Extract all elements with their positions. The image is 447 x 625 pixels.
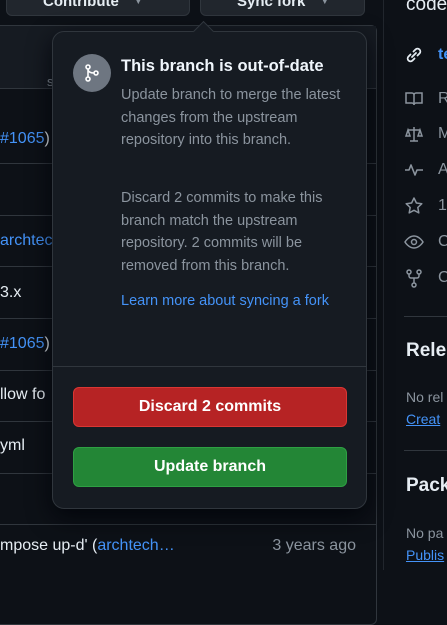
releases-text: No rel (406, 389, 444, 405)
popover-description-discard: Discard 2 commits to make this branch ma… (121, 190, 323, 274)
contribute-button[interactable]: Contribute ▼ (6, 0, 190, 16)
update-branch-button[interactable]: Update branch (73, 447, 347, 487)
column-divider (383, 0, 384, 570)
section-divider (404, 450, 447, 451)
releases-heading[interactable]: Rele (406, 340, 446, 362)
website-text: te (438, 46, 447, 63)
file-row[interactable]: archtec (0, 232, 52, 250)
file-row[interactable]: mpose up-d' (archtech… 3 years ago (0, 537, 356, 555)
sync-fork-popover: This branch is out-of-date Update branch… (52, 20, 367, 509)
commit-message: mpose up-d' ( (0, 537, 98, 554)
create-release-link[interactable]: Creat (406, 411, 440, 427)
packages-text: No pa (406, 525, 444, 541)
pulse-icon (405, 164, 423, 176)
website-link[interactable]: te (404, 45, 447, 65)
star-icon (405, 197, 423, 214)
book-icon (405, 92, 423, 106)
forks-text: C (438, 269, 447, 286)
learn-more-link[interactable]: Learn more about syncing a fork (121, 290, 347, 313)
file-row[interactable]: #1065) (0, 335, 50, 353)
file-row[interactable]: yml (0, 437, 25, 455)
activity-text: A (438, 161, 447, 178)
commit-link[interactable]: archtec (0, 232, 52, 249)
commit-text: 3.x (0, 284, 22, 301)
section-divider (404, 316, 447, 317)
readme-text: R (438, 90, 447, 107)
commit-text: yml (0, 437, 25, 454)
link-icon (406, 47, 422, 63)
license-link[interactable]: M (404, 124, 447, 144)
stars-link[interactable]: 1 (404, 196, 447, 216)
license-text: M (438, 125, 447, 142)
activity-link[interactable]: A (404, 160, 447, 180)
publish-package-link[interactable]: Publis (406, 547, 444, 563)
commit-link[interactable]: #1065 (0, 130, 45, 147)
about-sidebar: te R M A 1 C C Rele No rel Creat Pack No… (404, 0, 447, 570)
sync-fork-label: Sync fork (237, 0, 306, 10)
popover-divider (53, 366, 366, 367)
file-row[interactable]: #1065) (0, 130, 50, 148)
sync-fork-button[interactable]: Sync fork ▼ (200, 0, 365, 16)
contribute-label: Contribute (43, 0, 119, 10)
repo-forked-icon (406, 269, 422, 288)
eye-icon (404, 235, 424, 249)
watchers-text: C (438, 233, 447, 250)
row-divider (0, 524, 376, 525)
commit-text: llow fo (0, 386, 46, 403)
commit-age: 3 years ago (272, 537, 356, 554)
packages-heading[interactable]: Pack (406, 475, 447, 497)
law-icon (404, 127, 424, 142)
popover-title: This branch is out-of-date (121, 57, 324, 75)
sync-icon (211, 0, 227, 11)
discard-commits-button[interactable]: Discard 2 commits (73, 387, 347, 427)
chevron-down-icon: ▼ (132, 0, 144, 7)
chevron-down-icon: ▼ (319, 0, 331, 7)
file-row[interactable]: 3.x (0, 284, 21, 302)
readme-link[interactable]: R (404, 89, 447, 109)
commit-link[interactable]: #1065 (0, 335, 45, 352)
contribute-icon (17, 0, 33, 11)
commit-text: ) (44, 335, 50, 352)
stars-text: 1 (438, 197, 447, 214)
file-row[interactable]: llow fo (0, 386, 45, 404)
forks-link[interactable]: C (404, 268, 447, 288)
commit-text: ) (44, 130, 50, 147)
watchers-link[interactable]: C (404, 232, 447, 252)
git-branch-icon (73, 54, 111, 92)
popover-description-update: Update branch to merge the latest change… (121, 87, 341, 148)
commit-link[interactable]: archtech… (97, 537, 174, 554)
